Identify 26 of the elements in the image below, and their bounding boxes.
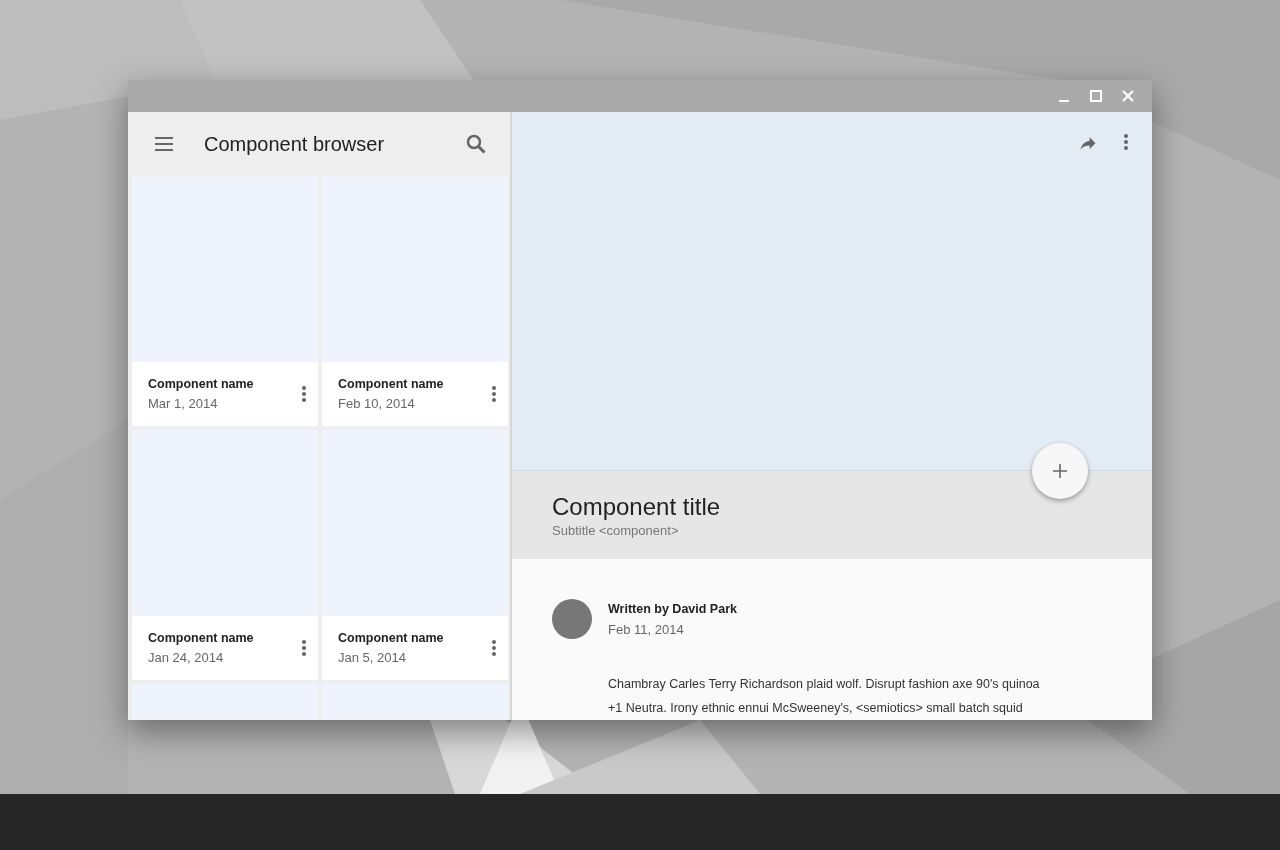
component-card[interactable]: Component name Jan 24, 2014 — [132, 430, 318, 680]
app-title: Component browser — [204, 132, 386, 156]
post-date: Feb 11, 2014 — [608, 621, 685, 637]
component-title: Component title — [552, 493, 722, 521]
more-icon[interactable] — [1124, 134, 1128, 150]
component-date: Feb 10, 2014 — [338, 396, 416, 411]
component-date: Jan 24, 2014 — [148, 650, 225, 665]
component-name: Component name — [148, 631, 255, 645]
avatar — [552, 599, 592, 639]
body-text: Chambray Carles Terry Richardson plaid wolf. Disrupt fashion axe 90's quinoa +1 Neutra. Irony ethnic ennui McSweeney's, <semiotics> small batch squid — [608, 676, 1041, 717]
more-icon[interactable] — [492, 640, 496, 656]
component-name: Component name — [338, 631, 445, 645]
component-date: Jan 5, 2014 — [338, 650, 407, 665]
component-card[interactable]: Component name Jan 5, 2014 — [322, 430, 508, 680]
component-subtitle: Subtitle <component> — [552, 523, 680, 538]
plus-icon — [1052, 463, 1068, 479]
component-card[interactable]: Component name Mar 1, 2014 — [132, 176, 318, 426]
component-name: Component name — [148, 377, 255, 391]
component-card[interactable]: Component name Feb 10, 2014 — [322, 176, 508, 426]
author-name: Written by David Park — [608, 601, 737, 616]
search-icon[interactable] — [464, 132, 488, 156]
component-date: Mar 1, 2014 — [148, 396, 219, 411]
more-icon[interactable] — [302, 640, 306, 656]
component-name: Component name — [338, 377, 445, 391]
more-icon[interactable] — [492, 386, 496, 402]
more-icon[interactable] — [302, 386, 306, 402]
